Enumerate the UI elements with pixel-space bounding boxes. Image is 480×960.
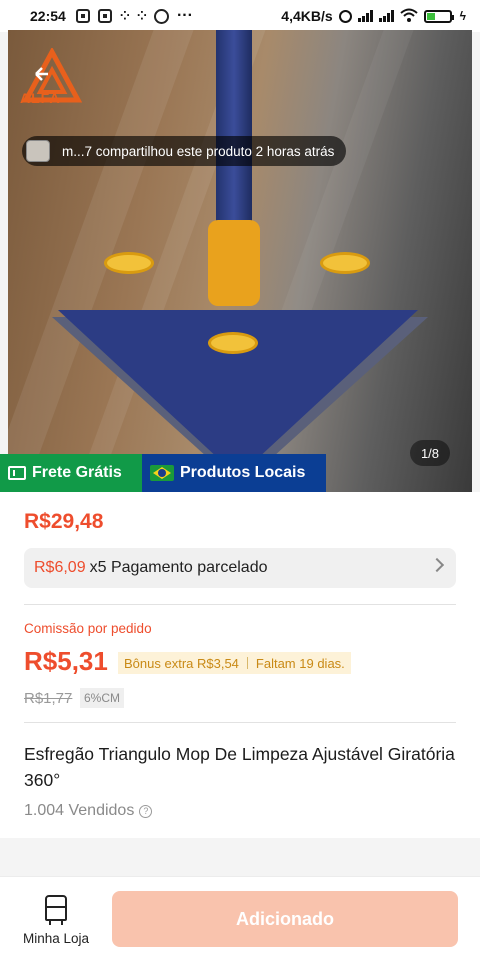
network-speed: 4,4KB/s: [281, 8, 333, 24]
local-products-badge: Produtos Locais: [142, 454, 326, 492]
truck-icon: [8, 466, 26, 480]
status-system-icons: 4,4KB/s ϟ: [281, 8, 466, 25]
app-icon: ⁘: [136, 9, 147, 23]
bonus-text: Bônus extra R$3,54: [124, 655, 239, 671]
commission-label: Comissão por pedido: [24, 621, 152, 636]
bonus-badge: Bônus extra R$3,54 Faltam 19 dias.: [118, 652, 351, 674]
notification-icon: [97, 9, 112, 23]
installment-text: x5 Pagamento parcelado: [89, 559, 268, 576]
signal-icon: [357, 10, 373, 22]
product-title: Esfregão Triangulo Mop De Limpeza Ajustá…: [24, 744, 455, 790]
sold-count: 1.004 Vendidos ?: [24, 802, 153, 820]
status-notification-icons: ⁘ ⁘ ···: [75, 7, 193, 25]
bonus-days: Faltam 19 dias.: [255, 655, 345, 671]
mop-pedal: [104, 252, 154, 274]
sold-text: 1.004 Vendidos: [24, 802, 135, 819]
free-shipping-badge: Frete Grátis: [0, 454, 142, 492]
installment-row[interactable]: R$6,09 x5 Pagamento parcelado: [24, 548, 456, 588]
signal-icon: [378, 10, 394, 22]
product-price: R$29,48: [24, 510, 104, 533]
image-counter: 1/8: [410, 440, 450, 466]
commission-percent-badge: 6%CM: [80, 688, 125, 708]
status-time: 22:54: [30, 8, 66, 24]
more-dots-icon: ···: [176, 7, 193, 24]
product-image[interactable]: ALFA m...7 compartilhou este produto 2 h…: [8, 30, 472, 492]
battery-icon: [423, 9, 454, 23]
my-store-button[interactable]: Minha Loja: [14, 895, 98, 951]
wifi-icon: [399, 8, 418, 25]
avatar: [26, 140, 50, 162]
app-icon: ⁘: [119, 9, 130, 23]
mop-handle: [216, 30, 252, 230]
divider: [24, 722, 456, 723]
divider: [24, 604, 456, 605]
alarm-icon: [338, 9, 352, 23]
status-bar: 22:54 ⁘ ⁘ ··· 4,4KB/s ϟ: [0, 0, 480, 32]
brazil-flag-icon: [150, 465, 174, 481]
commission-value: R$5,31: [24, 646, 108, 676]
share-notice-text: m...7 compartilhou este produto 2 horas …: [62, 143, 335, 159]
bottom-action-bar: Minha Loja Adicionado: [0, 876, 480, 960]
installment-amount: R$6,09: [34, 559, 86, 576]
my-store-label: Minha Loja: [22, 931, 90, 946]
mop-joint: [208, 220, 260, 306]
mop-pedal: [320, 252, 370, 274]
old-commission: R$1,77: [24, 690, 73, 707]
store-icon: [45, 895, 67, 925]
pinterest-icon: [153, 8, 169, 24]
back-button[interactable]: [21, 46, 83, 124]
added-button[interactable]: Adicionado: [112, 891, 458, 947]
mop-pedal: [208, 332, 258, 354]
badge-row: Frete Grátis Produtos Locais: [0, 454, 326, 492]
share-notice: m...7 compartilhou este produto 2 horas …: [22, 136, 347, 166]
free-shipping-label: Frete Grátis: [32, 464, 122, 481]
charging-icon: ϟ: [459, 9, 466, 23]
notification-icon: [75, 9, 90, 23]
local-products-label: Produtos Locais: [180, 464, 306, 481]
logo-text: ALFA: [20, 90, 61, 106]
chevron-right-icon: [429, 557, 445, 573]
info-icon[interactable]: ?: [139, 804, 153, 818]
